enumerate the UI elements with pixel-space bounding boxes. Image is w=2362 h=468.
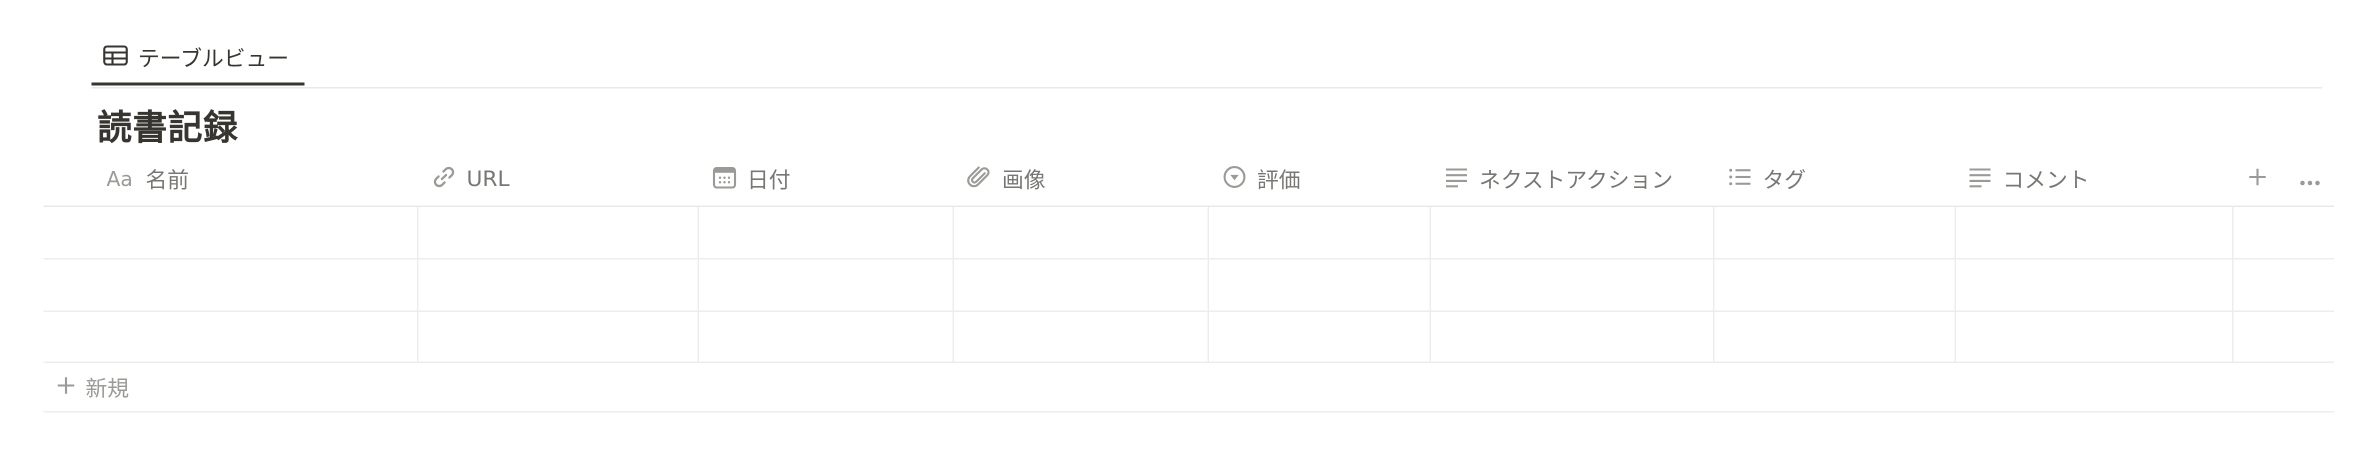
tab-table-view[interactable]: テーブルビュー xyxy=(91,33,305,86)
tab-label: テーブルビュー xyxy=(138,48,289,72)
table-cell[interactable] xyxy=(953,311,1208,362)
table-cell[interactable] xyxy=(1713,207,1955,258)
multi-select-icon xyxy=(1727,163,1754,196)
column-label: URL xyxy=(466,167,510,192)
table-cell[interactable] xyxy=(1430,311,1714,362)
paperclip-icon xyxy=(966,163,993,196)
table-cell[interactable] xyxy=(417,311,698,362)
link-icon xyxy=(431,163,458,196)
table-cell[interactable] xyxy=(698,207,953,258)
table-cell[interactable] xyxy=(417,260,698,311)
table-cell[interactable] xyxy=(1208,311,1430,362)
table-row[interactable] xyxy=(43,311,2334,363)
column-header-tags[interactable]: タグ xyxy=(1727,153,1807,206)
table-cell[interactable] xyxy=(1955,207,2233,258)
table-cell[interactable] xyxy=(44,260,418,311)
text-icon xyxy=(1443,163,1470,196)
table-icon xyxy=(102,41,129,74)
table-cell[interactable] xyxy=(1430,260,1714,311)
add-column-button[interactable] xyxy=(2243,153,2273,206)
column-label: ネクストアクション xyxy=(1479,169,1674,194)
column-header-next-action[interactable]: ネクストアクション xyxy=(1443,153,1673,206)
column-header-comment[interactable]: コメント xyxy=(1967,153,2090,206)
more-options-button[interactable] xyxy=(2294,153,2327,206)
column-label: 評価 xyxy=(1257,169,1301,194)
ellipsis-icon xyxy=(2298,165,2322,194)
plus-icon xyxy=(56,373,77,402)
column-header-image[interactable]: 画像 xyxy=(966,153,1046,206)
column-header-rating[interactable]: 評価 xyxy=(1221,153,1301,206)
table-cell[interactable] xyxy=(1955,311,2233,362)
column-header-name[interactable]: Aa 名前 xyxy=(107,153,190,206)
column-header-url[interactable]: URL xyxy=(431,153,510,206)
database-view: テーブルビュー 読書記録 Aa 名前 URL 日付 画像 評価 ネクストアクショ… xyxy=(0,0,2362,468)
database-title[interactable]: 読書記録 xyxy=(98,99,239,150)
new-row-label: 新規 xyxy=(85,377,130,402)
column-label: 画像 xyxy=(1002,169,1046,194)
table-cell[interactable] xyxy=(953,207,1208,258)
table-row[interactable] xyxy=(43,260,2334,312)
table-row[interactable] xyxy=(43,207,2334,260)
title-icon: Aa xyxy=(106,167,133,192)
table-cell[interactable] xyxy=(44,311,418,362)
select-icon xyxy=(1221,163,1248,196)
calendar-icon xyxy=(711,163,738,196)
table-cell[interactable] xyxy=(1430,207,1714,258)
table-cell[interactable] xyxy=(417,207,698,258)
table-cell[interactable] xyxy=(1208,207,1430,258)
column-label: 名前 xyxy=(145,169,190,194)
table-cell[interactable] xyxy=(44,207,418,258)
column-label: 日付 xyxy=(747,169,791,194)
text-icon xyxy=(1967,163,1994,196)
table-cell[interactable] xyxy=(1955,260,2233,311)
view-tab-bar: テーブルビュー xyxy=(91,33,2322,89)
table-header-row: Aa 名前 URL 日付 画像 評価 ネクストアクション タグ コメント xyxy=(43,153,2334,207)
new-row-button[interactable]: 新規 xyxy=(43,363,2334,413)
table-cell[interactable] xyxy=(1208,260,1430,311)
table-cell[interactable] xyxy=(953,260,1208,311)
plus-icon xyxy=(2247,165,2268,194)
column-label: タグ xyxy=(1762,169,1807,194)
table-cell[interactable] xyxy=(1713,311,1955,362)
table-cell[interactable] xyxy=(698,260,953,311)
column-label: コメント xyxy=(2002,169,2090,194)
column-header-date[interactable]: 日付 xyxy=(711,153,791,206)
table-cell[interactable] xyxy=(698,311,953,362)
table-cell[interactable] xyxy=(1713,260,1955,311)
